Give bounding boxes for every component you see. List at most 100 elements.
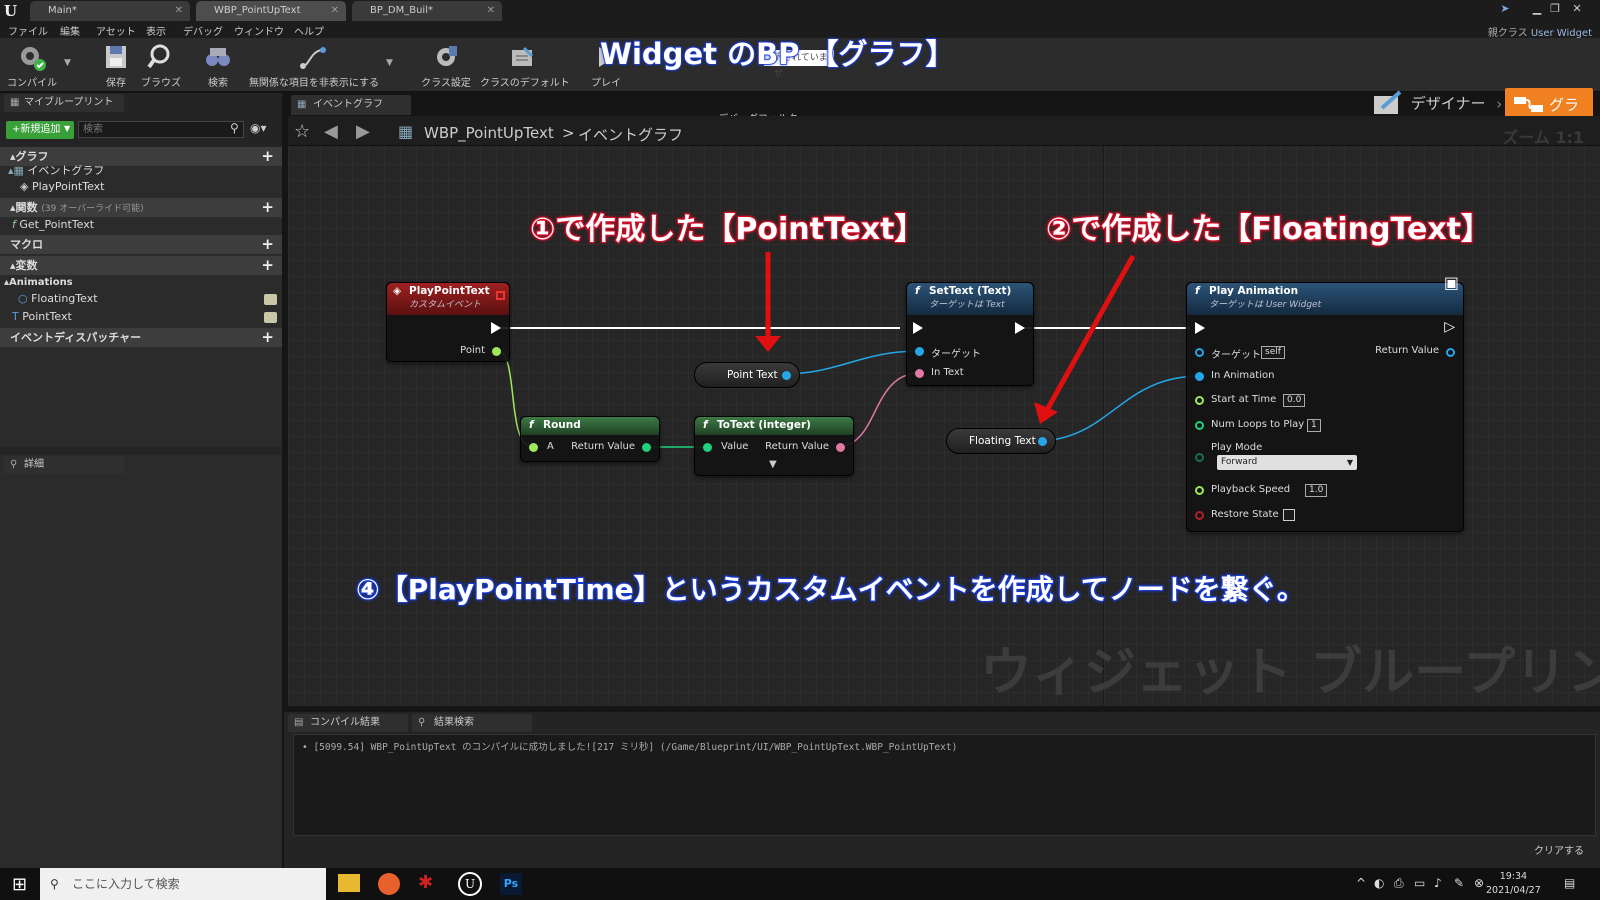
tab-details[interactable]: ⚲ 詳細: [4, 456, 124, 474]
function-item-get-pointtext[interactable]: f Get_PointText: [12, 217, 94, 233]
object-out-pin[interactable]: [1446, 348, 1455, 357]
function-node-settext[interactable]: f SetText (Text) ターゲットは Text ターゲット In Te…: [906, 282, 1034, 386]
float-in-pin[interactable]: [1195, 486, 1204, 495]
bool-in-pin[interactable]: [1195, 511, 1204, 520]
add-variable-icon[interactable]: +: [261, 256, 274, 275]
start-time-input[interactable]: 0.0: [1283, 394, 1306, 407]
graph-item-event-graph[interactable]: ▴▦ イベントグラフ: [8, 163, 104, 179]
exec-out-pin[interactable]: [491, 322, 501, 334]
class-defaults-button[interactable]: クラスのデフォルト: [480, 42, 570, 90]
object-out-pin[interactable]: [782, 371, 791, 380]
browse-button[interactable]: ブラウズ: [138, 42, 184, 90]
add-new-chevron-icon[interactable]: ▼: [64, 124, 70, 133]
favorite-star-icon[interactable]: ☆: [294, 121, 310, 142]
save-button[interactable]: 保存: [96, 42, 136, 90]
category-functions[interactable]: ▴関数 (39 オーバーライド可能) +: [0, 198, 282, 217]
feedback-icon[interactable]: ➤: [1498, 2, 1512, 16]
menu-help[interactable]: ヘルプ: [294, 23, 324, 38]
close-icon[interactable]: ✕: [331, 1, 339, 21]
restore-state-checkbox[interactable]: [1283, 509, 1295, 521]
add-function-icon[interactable]: +: [261, 198, 274, 217]
exec-out-pin[interactable]: [1015, 322, 1025, 334]
class-settings-button[interactable]: クラス設定: [420, 42, 472, 90]
function-node-play-animation[interactable]: f Play Animation ターゲットは User Widget ▣ ▷ …: [1186, 273, 1464, 532]
tray-ime-icon[interactable]: ⊗: [1474, 876, 1484, 890]
custom-event-node-playpointtext[interactable]: ◈ PlayPointText カスタムイベント Point: [386, 282, 510, 362]
close-icon[interactable]: ✕: [175, 1, 183, 21]
hide-unrelated-button[interactable]: 無関係な項目を非表示にする: [246, 42, 382, 90]
hide-unrelated-chevron-icon[interactable]: ▼: [386, 58, 393, 68]
forward-arrow-icon[interactable]: ▶: [356, 121, 370, 142]
menu-edit[interactable]: 編集: [60, 23, 80, 38]
variable-node-floating-text[interactable]: Floating Text: [946, 428, 1056, 454]
function-node-totext-integer[interactable]: f ToText (integer) Value Return Value ▼: [694, 416, 854, 476]
exec-in-pin[interactable]: [913, 322, 923, 334]
add-graph-icon[interactable]: +: [261, 147, 274, 166]
playback-speed-input[interactable]: 1.0: [1305, 484, 1328, 497]
num-loops-input[interactable]: 1: [1307, 419, 1321, 432]
tab-find-results[interactable]: ⚲ 結果検索: [412, 714, 532, 732]
menu-window[interactable]: ウィンドウ: [234, 23, 284, 38]
tray-network-icon[interactable]: ⎙: [1394, 876, 1404, 891]
view-options-eye-icon[interactable]: ◉▾: [250, 121, 267, 135]
menu-view[interactable]: 表示: [146, 23, 166, 38]
find-button[interactable]: 検索: [198, 42, 238, 90]
tab-event-graph[interactable]: ▦ イベントグラフ: [291, 95, 411, 115]
blueprint-search-input[interactable]: 検索: [78, 121, 244, 138]
int-in-pin[interactable]: [703, 443, 712, 452]
graph-item-playpointtext[interactable]: ◈ PlayPointText: [20, 179, 104, 195]
breadcrumb-leaf[interactable]: イベントグラフ: [578, 124, 683, 145]
tab-bp-dm-buil[interactable]: BP_DM_Buil* ✕: [352, 1, 502, 21]
breadcrumb-root[interactable]: WBP_PointUpText: [424, 124, 554, 142]
clear-button[interactable]: クリアする: [1534, 842, 1584, 857]
function-node-round[interactable]: f Round A Return Value: [520, 416, 660, 462]
menu-asset[interactable]: アセット: [96, 23, 136, 38]
tray-pen-icon[interactable]: ✎: [1454, 876, 1464, 890]
unreal-engine-taskbar-icon[interactable]: U: [458, 872, 482, 896]
category-macros[interactable]: マクロ +: [0, 235, 282, 254]
play-mode-dropdown[interactable]: Forward ▼: [1217, 455, 1357, 470]
tray-display-icon[interactable]: ▭: [1414, 876, 1425, 890]
tab-my-blueprint[interactable]: マイブループリント ▦: [4, 94, 124, 112]
window-close-icon[interactable]: ✕: [1570, 2, 1584, 16]
tray-app-icon[interactable]: ◐: [1374, 876, 1384, 890]
tray-chevron-up-icon[interactable]: ^: [1356, 876, 1366, 890]
delegate-pin-icon[interactable]: [496, 291, 505, 300]
close-icon[interactable]: ✕: [487, 1, 495, 21]
file-explorer-icon[interactable]: [338, 874, 360, 892]
visibility-eye-icon[interactable]: [264, 294, 277, 305]
back-arrow-icon[interactable]: ◀: [324, 121, 338, 142]
visibility-eye-icon[interactable]: [264, 312, 277, 323]
int-out-pin[interactable]: [642, 443, 651, 452]
variable-node-point-text[interactable]: Point Text: [694, 362, 800, 388]
photoshop-icon[interactable]: Ps: [500, 873, 522, 895]
text-out-pin[interactable]: [836, 443, 845, 452]
tab-main[interactable]: Main* ✕: [30, 1, 190, 21]
notification-icon[interactable]: ▤: [1564, 876, 1575, 890]
windows-start-icon[interactable]: ⊞: [12, 874, 27, 895]
tray-volume-icon[interactable]: ♪: [1434, 876, 1442, 890]
enum-in-pin[interactable]: [1195, 453, 1204, 462]
expand-chevron-icon[interactable]: ▼: [769, 459, 777, 470]
add-macro-icon[interactable]: +: [261, 235, 274, 254]
taskbar-clock[interactable]: 19:34 2021/04/27: [1486, 870, 1541, 898]
restore-icon[interactable]: ❐: [1548, 2, 1562, 16]
category-variables[interactable]: ▴変数 +: [0, 256, 282, 275]
text-in-pin[interactable]: [915, 369, 924, 378]
animation-in-pin[interactable]: [1195, 372, 1204, 381]
compile-options-chevron-icon[interactable]: ▼: [64, 58, 71, 68]
tab-compile-results[interactable]: ▤ コンパイル結果: [288, 714, 408, 732]
minimize-icon[interactable]: ▁: [1530, 2, 1544, 16]
float-in-pin[interactable]: [1195, 396, 1204, 405]
object-in-pin[interactable]: [1195, 348, 1204, 357]
animations-section[interactable]: ▴Animations: [4, 275, 73, 291]
tab-wbp-pointuptext[interactable]: WBP_PointUpText ✕: [196, 1, 346, 21]
float-in-pin[interactable]: [529, 443, 538, 452]
animation-item-pointtext[interactable]: T PointText: [12, 309, 72, 325]
target-self-value[interactable]: self: [1261, 346, 1285, 359]
int-in-pin[interactable]: [1195, 421, 1204, 430]
menu-file[interactable]: ファイル: [8, 23, 48, 38]
animation-item-floatingtext[interactable]: ○ FloatingText: [18, 291, 98, 307]
taskbar-search-input[interactable]: ⚲ ここに入力して検索: [40, 868, 326, 900]
menu-debug[interactable]: デバッグ: [183, 23, 223, 38]
